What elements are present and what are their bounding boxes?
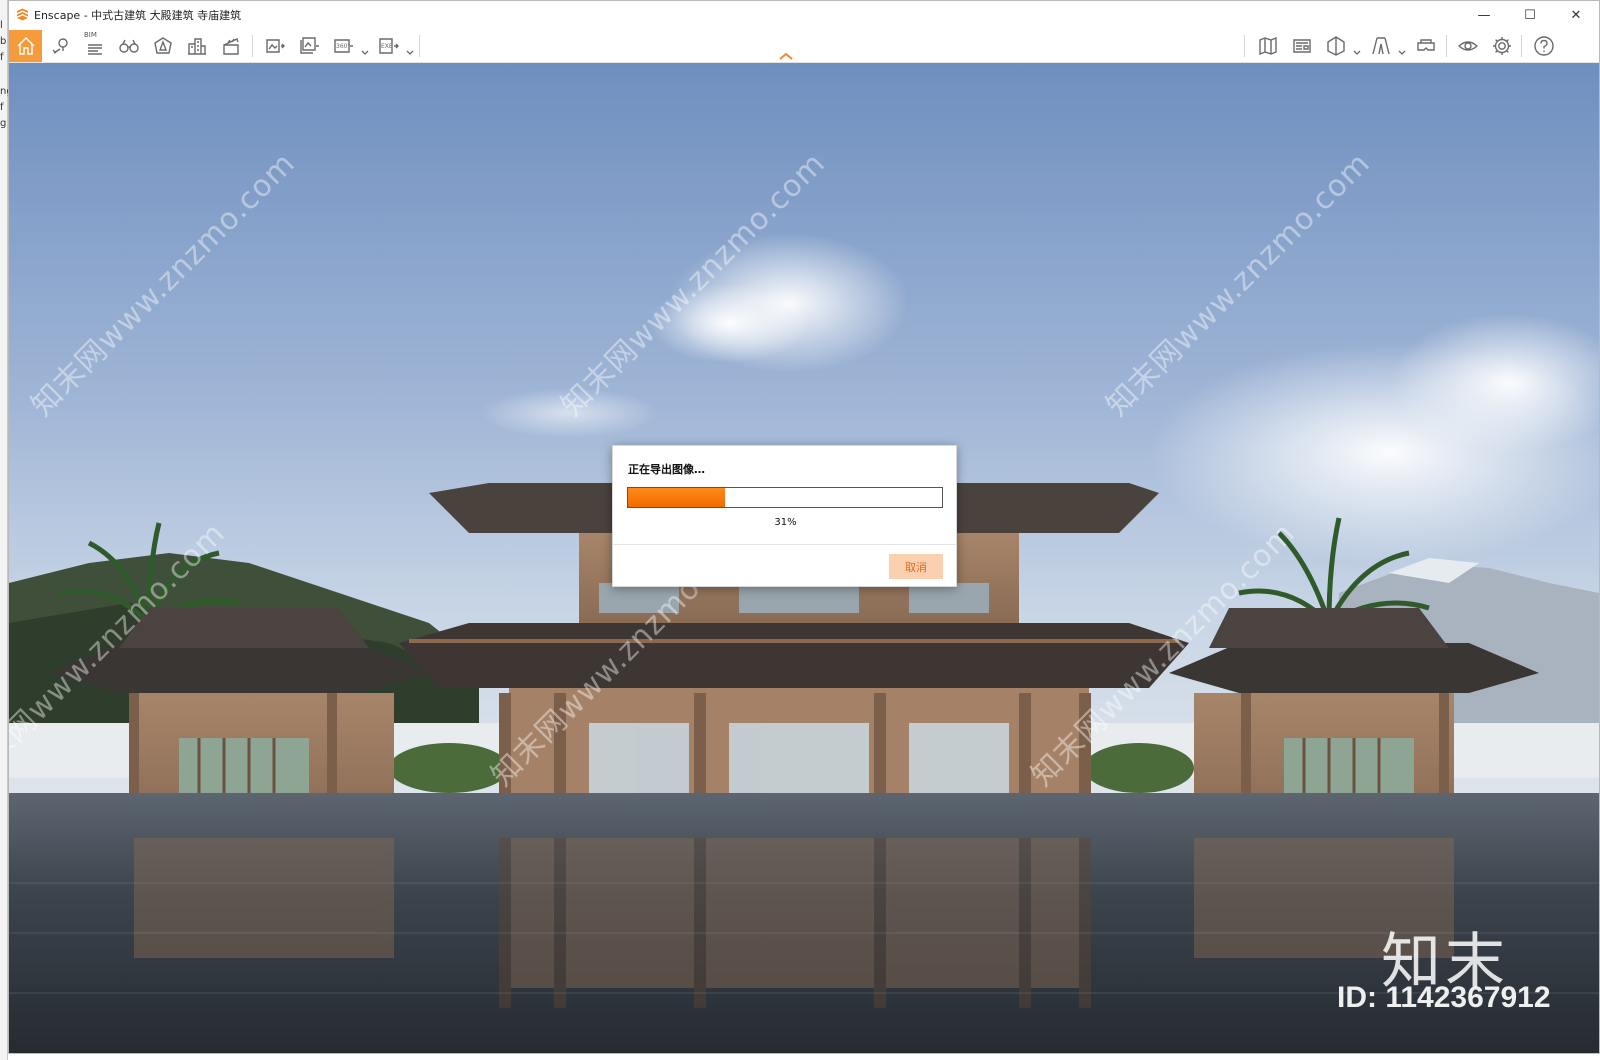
export-progress-dialog: 正在导出图像… 31% 取消 <box>612 445 957 587</box>
home-icon <box>17 37 34 55</box>
gear-icon <box>1492 37 1511 55</box>
render-image-icon <box>265 39 285 53</box>
toolbar-separator <box>419 35 420 57</box>
help-icon <box>1533 36 1554 56</box>
object-view-dropdown-chevron-down-icon[interactable] <box>1353 42 1361 55</box>
bim-label: BIM <box>84 31 97 39</box>
background-text: g <box>0 118 7 129</box>
background-text: ng <box>0 86 8 97</box>
title-bar[interactable]: Enscape - 中式古建筑 大殿建筑 寺庙建筑 — ☐ ✕ <box>9 1 1599 29</box>
background-text: f <box>0 102 4 113</box>
path-icon <box>1371 37 1390 55</box>
settings-button[interactable] <box>1485 30 1518 62</box>
background-text: l <box>0 20 3 31</box>
render-image-button[interactable] <box>258 30 291 62</box>
toolbar-separator <box>1446 35 1447 57</box>
walk-mode-button[interactable] <box>112 30 145 62</box>
location-icon <box>52 38 68 54</box>
progress-percent: 31% <box>774 517 797 528</box>
export-exe-icon: EXE <box>378 38 399 54</box>
help-button[interactable] <box>1527 30 1560 62</box>
panorama-button[interactable]: 360° <box>327 30 360 62</box>
buildings-button[interactable] <box>180 30 213 62</box>
eye-icon <box>1457 41 1478 51</box>
home-button[interactable] <box>9 30 42 62</box>
progress-bar <box>627 487 943 508</box>
window-title: Enscape - 中式古建筑 大殿建筑 寺庙建筑 <box>34 9 242 22</box>
enscape-logo-icon <box>17 8 28 21</box>
vr-headset-icon <box>1416 39 1435 51</box>
view-management-button[interactable] <box>1285 30 1318 62</box>
maximize-button[interactable]: ☐ <box>1507 1 1553 29</box>
dialog-title: 正在导出图像… <box>628 463 705 476</box>
bim-button[interactable]: BIM <box>78 30 111 62</box>
path-button[interactable] <box>1364 30 1397 62</box>
toolbar-separator <box>1244 35 1245 57</box>
cube-icon <box>1326 36 1345 56</box>
buildings-icon <box>187 38 206 55</box>
collapse-toolbar-chevron-up-icon[interactable] <box>777 47 795 60</box>
panorama-label: 360° <box>336 43 350 50</box>
map-button[interactable] <box>1251 30 1284 62</box>
binoculars-icon <box>118 39 139 53</box>
asset-library-icon <box>153 37 172 54</box>
toolbar-separator <box>252 35 253 57</box>
path-dropdown-chevron-down-icon[interactable] <box>1398 42 1406 55</box>
export-exe-label: EXE <box>381 43 393 50</box>
toolbar-separator <box>1521 35 1522 57</box>
background-text: f <box>0 52 4 63</box>
panorama-icon: 360° <box>333 39 353 53</box>
dialog-divider <box>613 544 956 545</box>
background-text: b <box>0 36 7 47</box>
export-exe-button[interactable]: EXE <box>371 30 404 62</box>
cancel-button[interactable]: 取消 <box>889 554 943 579</box>
export-dropdown-chevron-down-icon[interactable] <box>406 42 414 55</box>
object-view-button[interactable] <box>1319 30 1352 62</box>
sync-location-button[interactable] <box>44 30 77 62</box>
background-window-strip: l b f ng f g <box>0 0 8 1060</box>
batch-render-icon <box>299 37 319 54</box>
progress-bar-fill <box>628 488 725 507</box>
minimize-button[interactable]: — <box>1461 1 1507 29</box>
batch-render-button[interactable] <box>292 30 325 62</box>
panorama-dropdown-chevron-down-icon[interactable] <box>361 42 369 55</box>
clapperboard-icon <box>222 38 239 55</box>
toolbar: BIM 360° EXE <box>9 29 1599 63</box>
id-watermark: ID: 1142367912 <box>1337 981 1551 1014</box>
vr-headset-button[interactable] <box>1409 30 1442 62</box>
close-button[interactable]: ✕ <box>1553 1 1599 29</box>
visual-settings-button[interactable] <box>1451 30 1484 62</box>
asset-library-button[interactable] <box>146 30 179 62</box>
video-editor-button[interactable] <box>214 30 247 62</box>
map-icon <box>1258 36 1277 56</box>
view-management-icon <box>1292 39 1311 53</box>
